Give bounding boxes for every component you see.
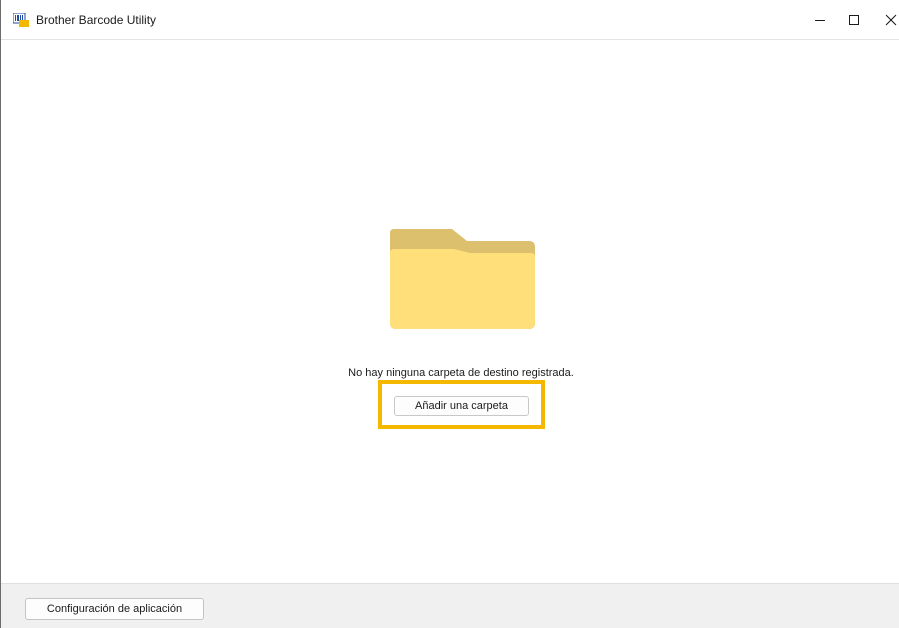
minimize-icon bbox=[815, 20, 825, 21]
maximize-icon bbox=[849, 15, 859, 25]
main-content: No hay ninguna carpeta de destino regist… bbox=[1, 41, 899, 583]
barcode-app-icon bbox=[13, 13, 29, 27]
empty-state-message: No hay ninguna carpeta de destino regist… bbox=[348, 367, 574, 379]
add-folder-button[interactable]: Añadir una carpeta bbox=[394, 396, 529, 416]
app-settings-button[interactable]: Configuración de aplicación bbox=[25, 598, 204, 620]
footer-bar: Configuración de aplicación bbox=[1, 583, 899, 628]
app-window: Brother Barcode Utility No hay ninguna c… bbox=[0, 0, 899, 628]
close-button[interactable] bbox=[868, 0, 899, 40]
folder-icon bbox=[390, 229, 535, 329]
title-bar[interactable]: Brother Barcode Utility bbox=[1, 0, 899, 40]
close-icon bbox=[885, 14, 897, 26]
window-title: Brother Barcode Utility bbox=[36, 13, 157, 27]
